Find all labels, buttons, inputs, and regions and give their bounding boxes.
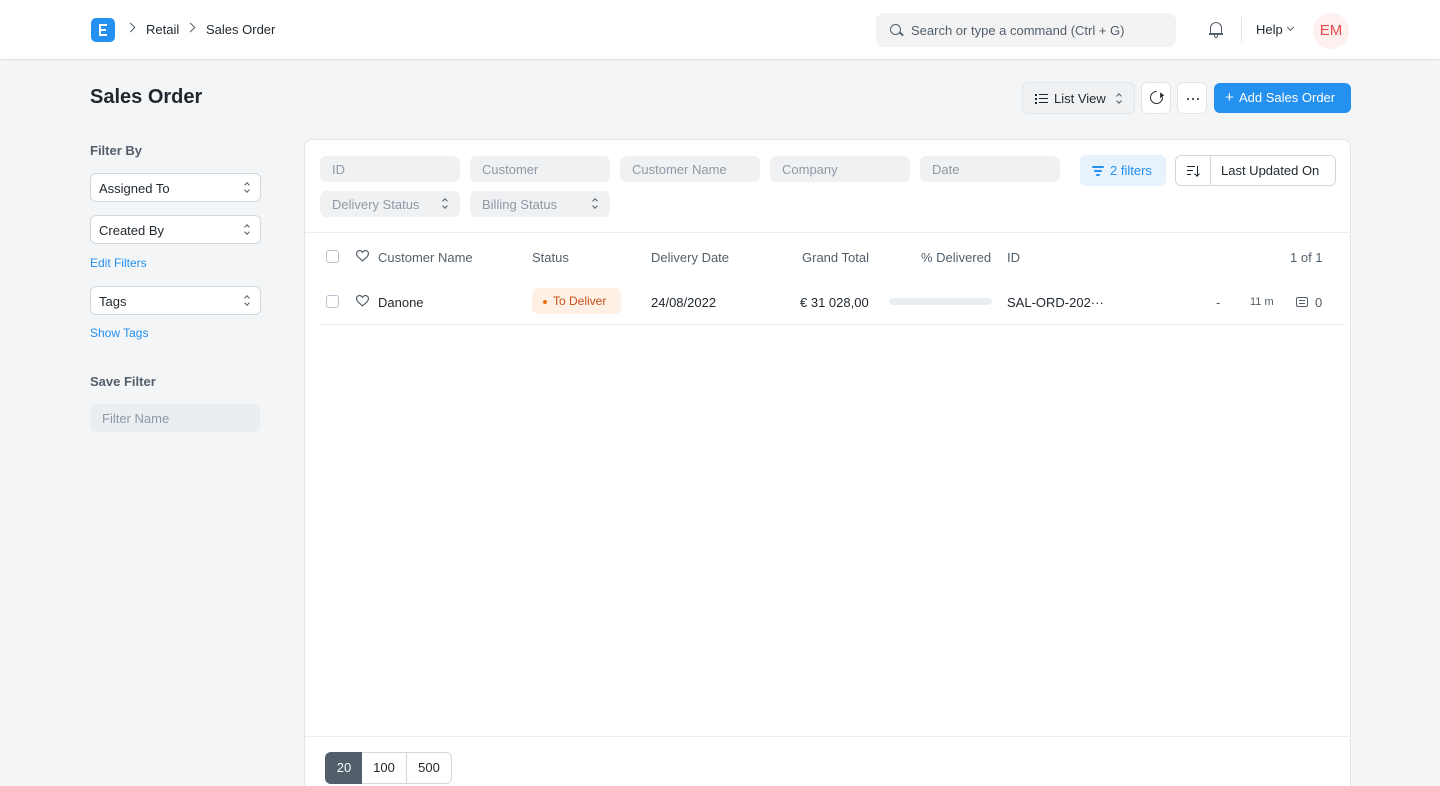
filters-button[interactable]: 2 filters (1080, 155, 1166, 186)
comment-icon[interactable] (1296, 297, 1308, 307)
assigned-to-cell: - (1216, 295, 1221, 310)
sort-arrows-icon (244, 225, 250, 235)
column-header-grand-total[interactable]: Grand Total (802, 250, 869, 265)
column-header-id[interactable]: ID (1007, 250, 1020, 265)
divider (305, 736, 1350, 737)
tags-select[interactable]: Tags (90, 286, 261, 315)
ellipsis-icon (1187, 98, 1199, 100)
heart-icon[interactable] (356, 250, 369, 262)
tags-label: Tags (99, 294, 127, 309)
list-count: 1 of 1 (1290, 250, 1323, 265)
navbar: Retail Sales Order Search or type a comm… (0, 0, 1440, 60)
list-view-button[interactable]: List View (1022, 82, 1135, 114)
column-header-customer-name[interactable]: Customer Name (378, 250, 473, 265)
id-filter-input[interactable] (320, 156, 460, 182)
refresh-button[interactable] (1141, 82, 1171, 114)
breadcrumb-retail[interactable]: Retail (146, 22, 179, 37)
sort-arrows-icon (244, 183, 250, 193)
sort-field-button[interactable]: Last Updated On (1221, 163, 1319, 178)
percent-delivered-progress (889, 298, 992, 305)
refresh-icon (1147, 88, 1166, 107)
status-dot-icon (543, 300, 547, 304)
save-filter-heading: Save Filter (90, 374, 156, 389)
more-actions-button[interactable] (1177, 82, 1207, 114)
divider (1241, 17, 1242, 43)
customer-filter-input[interactable] (470, 156, 610, 182)
list-view-label: List View (1054, 91, 1106, 106)
app-logo-icon[interactable] (91, 18, 115, 42)
bell-icon[interactable] (1209, 21, 1223, 38)
grand-total-cell: € 31 028,00 (800, 295, 869, 310)
chevron-down-icon (1286, 23, 1295, 32)
avatar[interactable]: EM (1313, 13, 1349, 49)
status-text: To Deliver (553, 294, 607, 308)
filter-by-heading: Filter By (90, 143, 143, 158)
column-header-status[interactable]: Status (532, 250, 569, 265)
search-bar[interactable]: Search or type a command (Ctrl + G) (876, 13, 1176, 47)
billing-status-select[interactable]: Billing Status (470, 191, 610, 217)
sort-direction-button[interactable] (1176, 156, 1211, 185)
filter-icon (1092, 166, 1104, 176)
billing-status-label: Billing Status (482, 197, 558, 212)
add-sales-order-button[interactable]: + Add Sales Order (1214, 83, 1351, 113)
created-by-label: Created By (99, 223, 165, 238)
date-filter-input[interactable] (920, 156, 1060, 182)
breadcrumb-sales-order[interactable]: Sales Order (206, 22, 275, 37)
list-icon (1035, 94, 1048, 104)
sort-arrows-icon (442, 199, 448, 209)
chevron-right-icon (185, 22, 196, 33)
select-all-checkbox[interactable] (326, 250, 339, 263)
sort-selector: Last Updated On (1175, 155, 1336, 186)
comment-count: 0 (1315, 295, 1323, 310)
customer-name-filter-input[interactable] (620, 156, 760, 182)
company-filter-input[interactable] (770, 156, 910, 182)
sort-arrows-icon (1116, 94, 1122, 104)
created-by-select[interactable]: Created By (90, 215, 261, 244)
status-badge: To Deliver (532, 288, 621, 314)
customer-name-cell[interactable]: Danone (378, 295, 424, 310)
assigned-to-select[interactable]: Assigned To (90, 173, 261, 202)
chevron-right-icon (125, 22, 136, 33)
plus-icon: + (1225, 89, 1234, 106)
sort-arrows-icon (244, 296, 250, 306)
modified-time: 11 m (1250, 296, 1274, 308)
column-header-percent-delivered[interactable]: % Delivered (921, 250, 991, 265)
search-placeholder: Search or type a command (Ctrl + G) (911, 23, 1125, 38)
list-panel: Delivery Status Billing Status 2 filters… (304, 139, 1351, 786)
delivery-status-select[interactable]: Delivery Status (320, 191, 460, 217)
row-checkbox[interactable] (326, 295, 339, 308)
heart-icon[interactable] (356, 295, 369, 307)
page-title: Sales Order (90, 86, 203, 108)
search-icon (890, 24, 901, 35)
page-size-20-button[interactable]: 20 (325, 752, 363, 784)
sort-arrows-icon (592, 199, 598, 209)
column-header-delivery-date[interactable]: Delivery Date (651, 250, 729, 265)
edit-filters-link[interactable]: Edit Filters (90, 256, 147, 270)
add-sales-order-label: Add Sales Order (1239, 90, 1336, 105)
show-tags-link[interactable]: Show Tags (90, 326, 148, 340)
delivery-status-label: Delivery Status (332, 197, 420, 212)
id-cell[interactable]: SAL-ORD-202··· (1007, 295, 1104, 310)
page-size-500-button[interactable]: 500 (406, 752, 452, 784)
assigned-to-label: Assigned To (99, 181, 170, 196)
page-size-100-button[interactable]: 100 (362, 752, 407, 784)
divider (320, 324, 1345, 325)
delivery-date-cell: 24/08/2022 (651, 295, 717, 310)
filters-count-label: 2 filters (1110, 163, 1152, 178)
sort-descending-icon (1187, 165, 1201, 177)
help-dropdown[interactable]: Help (1256, 22, 1283, 37)
filter-name-input[interactable] (90, 404, 260, 432)
divider (305, 232, 1350, 233)
